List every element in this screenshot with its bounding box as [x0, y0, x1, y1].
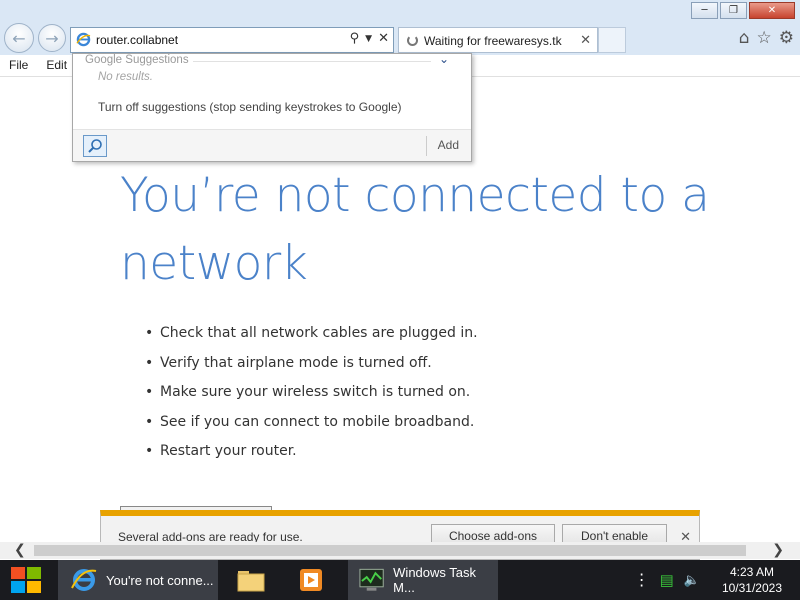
address-bar-icons: ⚲ ▼ ✕ — [350, 31, 389, 46]
list-item: • Restart your router. — [145, 443, 297, 459]
show-hidden-icons-icon[interactable]: ⋮ — [634, 570, 650, 590]
restore-icon[interactable]: ❐ — [720, 2, 747, 19]
toolbar-icons: ⌂ ☆ ⚙ — [739, 28, 794, 48]
horizontal-scrollbar[interactable]: ❮ ❯ — [0, 542, 800, 559]
gear-icon[interactable]: ⚙ — [779, 28, 794, 48]
taskbar-media-player-item[interactable] — [286, 560, 336, 600]
loading-spinner-icon — [407, 35, 418, 46]
address-bar[interactable]: router.collabnet ⚲ ▼ ✕ — [70, 27, 394, 53]
add-provider-button[interactable]: Add — [438, 138, 459, 152]
system-tray: ⋮ ▤ 🔈 — [634, 570, 700, 590]
magnifier-icon — [88, 139, 102, 153]
clock-time: 4:23 AM — [729, 565, 774, 579]
list-item: • Verify that airplane mode is turned off… — [145, 354, 432, 371]
chevron-down-icon[interactable]: ⌄ — [439, 52, 449, 66]
window-controls: ─ ❐ ✕ — [691, 2, 795, 19]
search-icon[interactable]: ⚲ — [350, 31, 360, 46]
start-button[interactable] — [8, 566, 44, 594]
task-manager-icon — [359, 568, 384, 591]
list-item: • Make sure your wireless switch is turne… — [145, 384, 471, 400]
volume-muted-icon[interactable]: 🔈 — [684, 572, 700, 588]
back-button[interactable]: ← — [4, 23, 34, 53]
network-icon[interactable]: ▤ — [660, 571, 674, 589]
windows-logo-icon — [11, 567, 41, 593]
taskbar-ie-item[interactable]: You're not conne... — [58, 560, 218, 600]
menu-file[interactable]: File — [0, 55, 37, 76]
page-title: You’re not connected to a network — [120, 168, 710, 291]
address-input[interactable]: router.collabnet — [96, 33, 178, 47]
back-arrow-icon: ← — [12, 28, 26, 48]
suggestions-divider — [193, 61, 431, 62]
dropdown-arrow-icon[interactable]: ▼ — [365, 34, 372, 44]
scroll-right-icon[interactable]: ❯ — [772, 542, 784, 558]
stop-icon[interactable]: ✕ — [378, 31, 389, 46]
internet-explorer-icon — [71, 569, 97, 591]
taskbar-task-manager-item[interactable]: Windows Task M... — [348, 560, 498, 600]
taskbar: You're not conne... Windows Task M... ⋮ … — [0, 560, 800, 600]
forward-button[interactable]: → — [38, 24, 66, 52]
scroll-thumb[interactable] — [34, 545, 746, 556]
taskbar-task-manager-label: Windows Task M... — [393, 565, 476, 595]
media-player-icon — [300, 569, 322, 591]
taskbar-ie-label: You're not conne... — [106, 572, 214, 588]
suggestions-footer: Add — [73, 129, 471, 161]
forward-arrow-icon: → — [45, 28, 59, 48]
search-provider-button[interactable] — [83, 135, 107, 157]
folder-icon — [237, 571, 265, 592]
clock[interactable]: 4:23 AM 10/31/2023 — [722, 564, 782, 596]
address-suggestions-dropdown: Google Suggestions ⌄ No results. Turn of… — [72, 52, 472, 162]
browser-chrome: ─ ❐ ✕ ← → router.collabnet ⚲ ▼ ✕ Waiting… — [0, 0, 800, 55]
tab-title: Waiting for freewaresys.tk — [424, 34, 562, 48]
no-results-label: No results. — [98, 71, 153, 83]
turn-off-suggestions-link[interactable]: Turn off suggestions (stop sending keyst… — [98, 100, 402, 114]
footer-divider — [426, 136, 427, 156]
home-icon[interactable]: ⌂ — [739, 28, 750, 48]
scroll-left-icon[interactable]: ❮ — [14, 542, 26, 558]
favorites-star-icon[interactable]: ☆ — [757, 28, 772, 48]
tab-close-icon[interactable]: ✕ — [580, 33, 591, 48]
list-item: • See if you can connect to mobile broadb… — [145, 413, 475, 430]
taskbar-explorer-item[interactable] — [226, 560, 276, 600]
close-icon[interactable]: ✕ — [749, 2, 795, 19]
suggestions-header: Google Suggestions — [85, 54, 189, 66]
clock-date: 10/31/2023 — [721, 581, 782, 595]
new-tab-button[interactable] — [598, 27, 626, 53]
troubleshoot-list: • Check that all network cables are plugg… — [145, 325, 478, 473]
ie-page-icon — [76, 32, 91, 50]
minimize-icon[interactable]: ─ — [691, 2, 718, 19]
menu-edit[interactable]: Edit — [37, 55, 76, 76]
tab-loading[interactable]: Waiting for freewaresys.tk ✕ — [398, 27, 598, 53]
list-item: • Check that all network cables are plugg… — [145, 325, 478, 341]
